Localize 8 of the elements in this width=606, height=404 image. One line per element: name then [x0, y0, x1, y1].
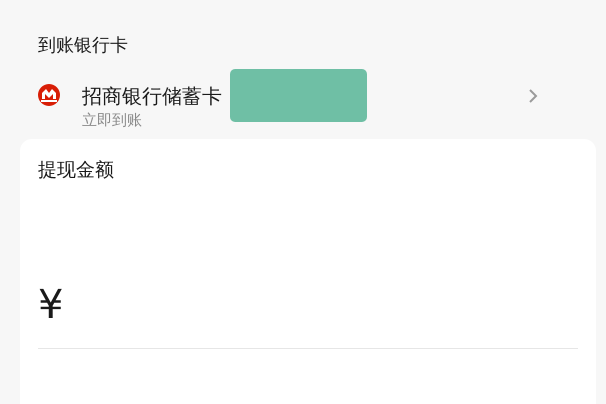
arrival-time: 立即到账 — [82, 110, 143, 130]
currency-symbol: ¥ — [38, 282, 64, 328]
section-title: 到账银行卡 — [38, 34, 129, 58]
bank-logo-icon — [38, 84, 60, 106]
chevron-right-icon — [528, 88, 538, 104]
bank-card-name: 招商银行储蓄卡 — [82, 82, 222, 110]
bank-card-row[interactable]: 招商银行储蓄卡 立即到账 — [38, 69, 568, 130]
amount-label: 提现金额 — [38, 158, 115, 183]
